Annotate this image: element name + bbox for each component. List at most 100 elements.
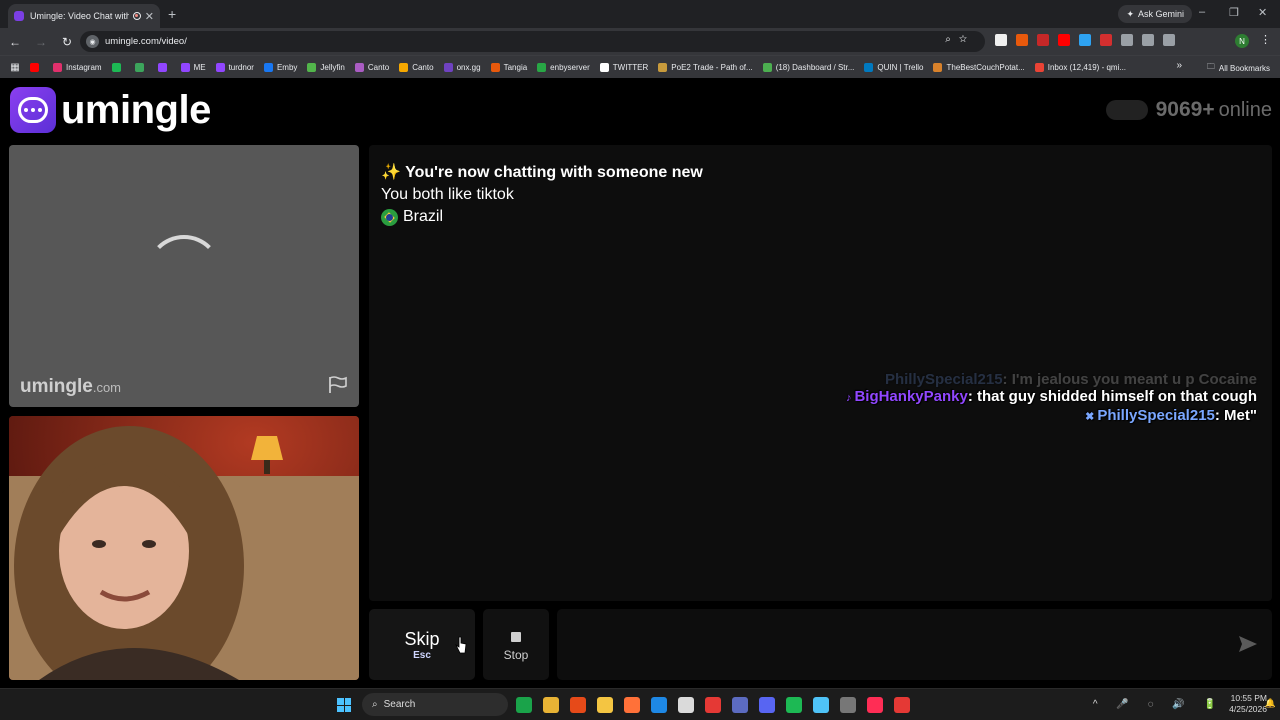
bookmark-item[interactable]: (18) Dashboard / Str...	[762, 62, 854, 72]
taskbar-app-icon[interactable]	[894, 697, 910, 713]
extension-red-icon[interactable]	[1037, 34, 1049, 46]
browser-tab-umingle[interactable]: Umingle: Video Chat with S ✕	[8, 4, 160, 28]
sticky-notes-icon[interactable]	[597, 697, 613, 713]
windows-start-icon[interactable]	[337, 698, 351, 712]
reading-list-icon[interactable]	[1163, 34, 1175, 46]
extension-youtube-icon[interactable]	[1058, 34, 1070, 46]
opera-icon[interactable]	[705, 697, 721, 713]
browser-menu-icon[interactable]: ⋮	[1260, 33, 1271, 46]
bookmark-label: ME	[193, 62, 206, 72]
bookmark-item[interactable]	[134, 62, 148, 72]
bookmark-item[interactable]: Instagram	[53, 62, 102, 72]
maximize-window-icon[interactable]: ❐	[1229, 6, 1239, 19]
spotify-icon[interactable]	[786, 697, 802, 713]
close-window-icon[interactable]: ✕	[1258, 6, 1267, 19]
umingle-logo[interactable]: umingle	[10, 87, 211, 133]
bookmark-favicon-icon	[111, 62, 121, 72]
notification-bell-icon[interactable]: 🔔	[1265, 698, 1276, 709]
discord-icon[interactable]	[759, 697, 775, 713]
taskbar-apps	[516, 697, 910, 713]
bookmark-label: QUIN | Trello	[877, 62, 924, 72]
stop-button[interactable]: Stop	[483, 609, 549, 680]
site-info-icon[interactable]: ◉	[86, 35, 99, 48]
firefox-icon[interactable]	[624, 697, 640, 713]
profile-avatar[interactable]: N	[1235, 34, 1249, 48]
new-tab-button[interactable]: +	[168, 6, 176, 22]
clock-time: 10:55 PM	[1230, 693, 1267, 703]
bookmark-item[interactable]: ME	[180, 62, 206, 72]
message-input[interactable]	[557, 609, 1272, 680]
report-flag-icon[interactable]	[328, 376, 348, 394]
more-bookmarks-icon[interactable]: »	[1176, 60, 1182, 71]
all-bookmarks-button[interactable]: 🗀 All Bookmarks	[1207, 61, 1270, 75]
file-explorer-icon[interactable]	[543, 697, 559, 713]
overlay-chat-message: PhillySpecial215: I'm jealous you meant …	[846, 371, 1257, 388]
bookmark-item[interactable]: turdnor	[215, 62, 254, 72]
bookmark-label: turdnor	[228, 62, 254, 72]
bookmark-item[interactable]	[30, 62, 43, 72]
bookmark-item[interactable]: TheBestCouchPotat...	[933, 62, 1025, 72]
bookmark-item[interactable]: Inbox (12,419) - qmi...	[1034, 62, 1126, 72]
extensions-puzzle-icon[interactable]	[1121, 34, 1133, 46]
bookmark-item[interactable]: PoE2 Trade - Path of...	[658, 62, 753, 72]
logo-text: umingle	[61, 87, 211, 132]
bookmark-favicon-icon	[443, 62, 453, 72]
bookmark-favicon-icon	[1034, 62, 1044, 72]
address-bar[interactable]: ◉ umingle.com/video/ ⌕☆	[80, 31, 985, 52]
extension-fox-icon[interactable]	[1016, 34, 1028, 46]
close-tab-icon[interactable]: ✕	[145, 10, 154, 23]
reload-icon[interactable]: ↻	[56, 35, 78, 49]
apps-grid-icon[interactable]: ▦	[0, 62, 30, 73]
minimize-window-icon[interactable]: –	[1199, 6, 1205, 18]
bookmark-item[interactable]: QUIN | Trello	[864, 62, 924, 72]
bookmark-favicon-icon	[490, 62, 500, 72]
forward-arrow-icon[interactable]: →	[30, 35, 52, 49]
stream-chat-overlay: PhillySpecial215: I'm jealous you meant …	[846, 371, 1257, 426]
send-icon[interactable]	[1238, 635, 1258, 653]
browser-tabbar: Umingle: Video Chat with S ✕ +	[0, 0, 1280, 28]
watermark-brand: umingle	[20, 376, 93, 397]
edge-icon[interactable]	[651, 697, 667, 713]
bookmark-item[interactable]: Jellyfin	[307, 62, 345, 72]
umingle-favicon-icon	[14, 11, 24, 21]
bookmark-item[interactable]: TWITTER	[599, 62, 648, 72]
taskbar-app-icon[interactable]	[732, 697, 748, 713]
chrome-icon[interactable]	[678, 697, 694, 713]
bookmark-item[interactable]: onx.gg	[443, 62, 481, 72]
chat-bubble-logo-icon	[10, 87, 56, 133]
bookmark-star-icon[interactable]: ☆	[959, 34, 975, 45]
system-tray[interactable]: ^ 🎤 ◌ 🔊 🔋	[1093, 699, 1224, 710]
media-icon[interactable]	[1142, 34, 1154, 46]
bookmark-favicon-icon	[864, 62, 874, 72]
taskbar-clock[interactable]: 10:55 PM 4/25/2026	[1229, 693, 1267, 715]
bookmark-favicon-icon	[762, 62, 772, 72]
obs-icon[interactable]	[840, 697, 856, 713]
online-label: online	[1218, 98, 1272, 121]
notepad-icon[interactable]	[813, 697, 829, 713]
online-toggle[interactable]	[1105, 100, 1148, 120]
extension-k-icon[interactable]	[995, 34, 1007, 46]
taskbar-search-box[interactable]: ⌕ Search	[362, 693, 508, 716]
bookmark-item[interactable]	[111, 62, 125, 72]
zoom-icon[interactable]: ⌕	[945, 34, 959, 45]
bookmark-favicon-icon	[263, 62, 273, 72]
bookmark-item[interactable]: Tangia	[490, 62, 527, 72]
tiktok-app-icon[interactable]	[867, 697, 883, 713]
media-player-icon[interactable]	[516, 697, 532, 713]
back-arrow-icon[interactable]: ←	[4, 35, 26, 49]
new-chat-notice: ✨ You're now chatting with someone new	[381, 164, 703, 181]
bookmark-item[interactable]: Canto	[399, 62, 434, 72]
remote-video: umingle.com	[9, 145, 359, 407]
extension-ublock-icon[interactable]	[1100, 34, 1112, 46]
ask-gemini-button[interactable]: ✦ Ask Gemini	[1118, 5, 1192, 23]
extension-seven-icon[interactable]	[1079, 34, 1091, 46]
bookmark-item[interactable]	[157, 62, 171, 72]
search-icon: ⌕	[372, 699, 378, 710]
taskbar-app-icon[interactable]	[570, 697, 586, 713]
bookmark-favicon-icon	[399, 62, 409, 72]
bookmark-item[interactable]: enbyserver	[537, 62, 590, 72]
bookmark-item[interactable]: Emby	[263, 62, 297, 72]
overlay-chat-username: BigHankyPanky	[854, 388, 968, 405]
bookmark-item[interactable]: Canto	[354, 62, 390, 72]
bookmark-label: Canto	[367, 62, 390, 72]
